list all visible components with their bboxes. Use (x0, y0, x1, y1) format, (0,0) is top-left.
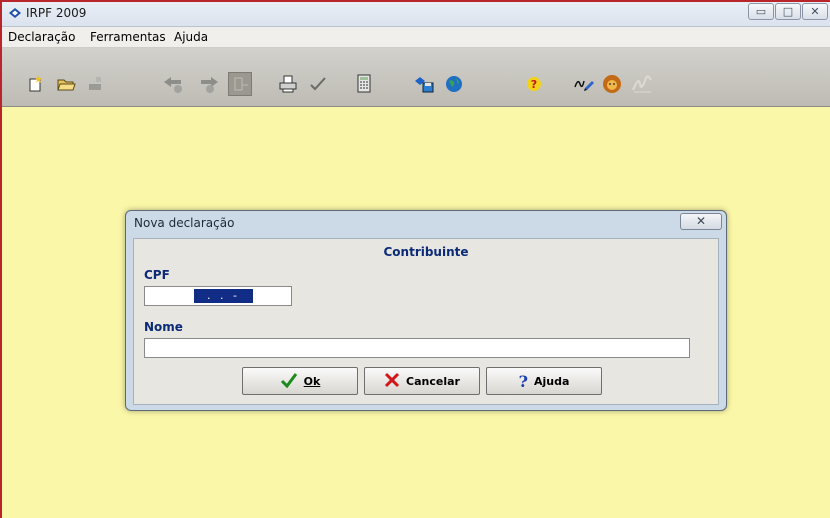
close-button[interactable]: ✕ (802, 3, 828, 20)
internet-button[interactable] (442, 72, 466, 96)
cpf-label: CPF (144, 268, 170, 282)
new-declaration-dialog: Nova declaração ✕ Contribuinte CPF . . -… (125, 210, 727, 411)
window-title: IRPF 2009 (26, 6, 87, 20)
save-transmit-icon (415, 77, 434, 93)
close-icon: ✕ (810, 5, 820, 18)
check-icon (310, 77, 326, 91)
new-document-button[interactable] (24, 72, 48, 96)
new-document-icon (29, 75, 42, 92)
cancel-x-icon (384, 372, 400, 391)
forward-arrow-icon (201, 77, 218, 93)
question-mark-icon: ? (518, 371, 528, 391)
help-label: Ajuda (533, 374, 570, 388)
nome-label: Nome (144, 320, 183, 334)
import-disabled-icon (89, 77, 101, 90)
app-logo-icon (9, 8, 21, 18)
back-arrow-icon (164, 77, 182, 93)
signature-disabled-icon (632, 75, 652, 93)
minimize-button[interactable]: ▭ (748, 3, 774, 20)
nome-input[interactable] (144, 338, 690, 358)
open-folder-icon (57, 79, 76, 91)
save-transmit-button[interactable] (412, 72, 436, 96)
calculator-button[interactable] (352, 72, 376, 96)
signature-tool-icon (574, 80, 594, 91)
back-button[interactable] (162, 72, 186, 96)
svg-text:?: ? (531, 78, 537, 91)
import-button[interactable] (84, 72, 108, 96)
window-controls: ▭ □ ✕ (747, 3, 828, 21)
cancel-button[interactable]: Cancelar (364, 367, 480, 395)
dialog-body: Contribuinte CPF . . - Nome Ok Cancelar … (133, 238, 719, 405)
verify-button[interactable] (306, 72, 330, 96)
application-window: IRPF 2009 ▭ □ ✕ Declaração Ferramentas A… (0, 0, 830, 518)
print-button[interactable] (276, 72, 300, 96)
section-title: Contribuinte (383, 245, 469, 259)
help-icon: ? (527, 77, 541, 91)
help-toolbar-button[interactable]: ? (522, 72, 546, 96)
open-folder-button[interactable] (54, 72, 78, 96)
cpf-value: . . - (194, 289, 253, 303)
forward-button[interactable] (196, 72, 220, 96)
list-disabled-icon (234, 77, 248, 91)
help-button[interactable]: ? Ajuda (486, 367, 602, 395)
lion-button[interactable] (600, 72, 624, 96)
dialog-title: Nova declaração (134, 216, 235, 230)
signature-disabled-button[interactable] (630, 72, 654, 96)
dialog-close-button[interactable]: ✕ (680, 213, 722, 230)
calculator-icon (357, 74, 371, 93)
list-button[interactable] (228, 72, 252, 96)
toolbar: ? (2, 48, 830, 107)
cpf-input[interactable]: . . - (144, 286, 292, 306)
menu-declaracao[interactable]: Declaração (8, 30, 76, 44)
ok-label: Ok (303, 374, 321, 388)
lion-icon (603, 75, 621, 93)
globe-icon (446, 76, 462, 92)
menu-ferramentas[interactable]: Ferramentas (90, 30, 166, 44)
minimize-icon: ▭ (755, 5, 767, 18)
print-icon (279, 75, 297, 93)
title-bar: IRPF 2009 ▭ □ ✕ (2, 2, 830, 27)
signature-button[interactable] (572, 72, 596, 96)
menu-bar: Declaração Ferramentas Ajuda (2, 27, 830, 48)
maximize-button[interactable]: □ (775, 3, 801, 20)
close-icon: ✕ (695, 214, 707, 228)
maximize-icon: □ (782, 5, 794, 18)
cancel-label: Cancelar (406, 374, 460, 388)
menu-ajuda[interactable]: Ajuda (174, 30, 208, 44)
ok-button[interactable]: Ok (242, 367, 358, 395)
checkmark-icon (280, 372, 298, 391)
